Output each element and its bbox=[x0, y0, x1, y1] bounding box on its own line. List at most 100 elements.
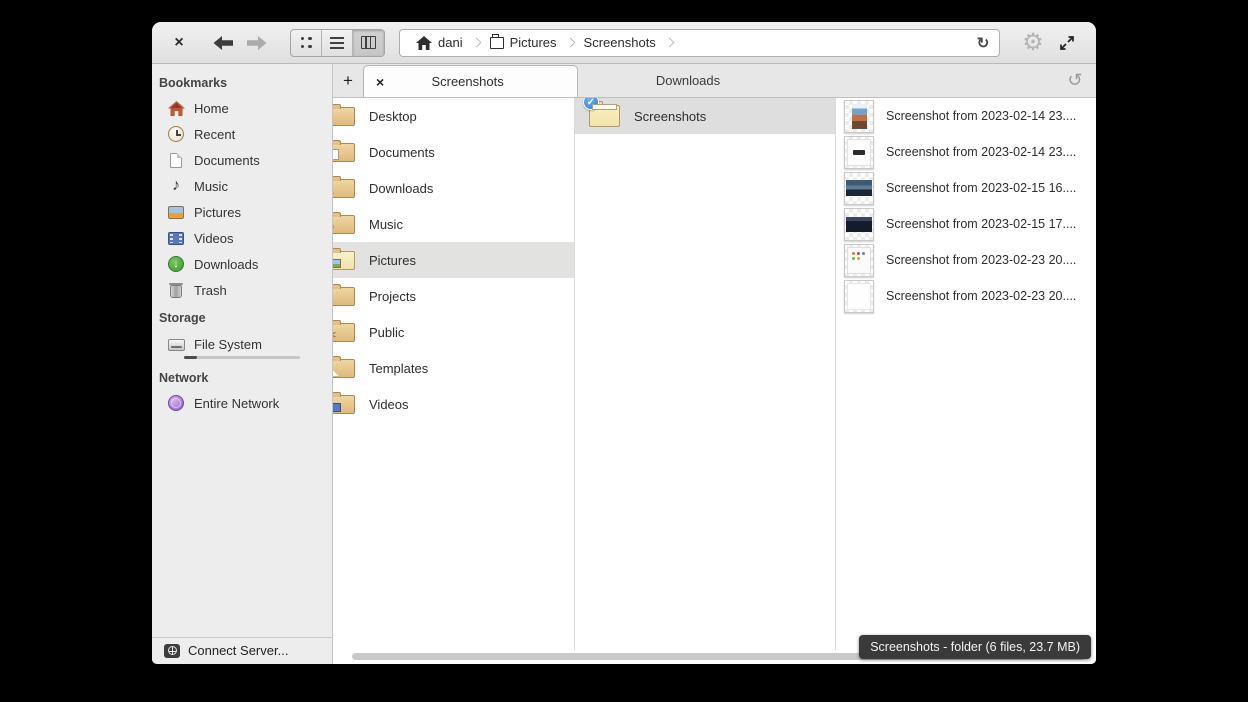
folder-icon: < bbox=[333, 323, 355, 342]
tab-close-icon[interactable]: × bbox=[376, 74, 384, 90]
sidebar-item-trash[interactable]: Trash bbox=[152, 277, 332, 303]
disk-usage-bar bbox=[184, 356, 300, 359]
list-view-button[interactable] bbox=[322, 30, 353, 56]
folder-row-screenshots-selected[interactable]: ✓ Screenshots bbox=[575, 98, 835, 134]
sidebar-item-label: Recent bbox=[194, 127, 235, 142]
icon-view-button[interactable] bbox=[291, 30, 322, 56]
folder-label: Downloads bbox=[369, 181, 433, 196]
folder-row-music[interactable]: ♪ Music bbox=[333, 206, 574, 242]
folder-icon bbox=[333, 287, 355, 306]
selection-checkmark-icon: ✓ bbox=[583, 98, 599, 110]
sidebar-item-documents[interactable]: Documents bbox=[152, 147, 332, 173]
breadcrumb-screenshots-segment[interactable]: Screenshots bbox=[578, 35, 662, 50]
connect-server-button[interactable]: Connect Server... bbox=[152, 637, 332, 664]
column-home-folders: Desktop Documents ↓ Downloads ♪ Music bbox=[333, 98, 575, 650]
sidebar-item-pictures[interactable]: Pictures bbox=[152, 199, 332, 225]
sidebar-item-videos[interactable]: Videos bbox=[152, 225, 332, 251]
folder-row-documents[interactable]: Documents bbox=[333, 134, 574, 170]
refresh-button[interactable]: ↻ bbox=[967, 30, 999, 56]
miller-columns: Desktop Documents ↓ Downloads ♪ Music bbox=[333, 98, 1096, 650]
history-button[interactable]: ↺ bbox=[1054, 64, 1096, 97]
file-row[interactable]: Screenshot from 2023-02-14 23.... bbox=[836, 98, 1096, 134]
breadcrumb-home-segment[interactable]: dani bbox=[410, 35, 469, 50]
sidebar-item-recent[interactable]: Recent bbox=[152, 121, 332, 147]
toolbar: × d bbox=[152, 22, 1096, 64]
folder-row-pictures-selected[interactable]: Pictures bbox=[333, 242, 574, 278]
forward-button[interactable] bbox=[240, 30, 274, 56]
tab-screenshots[interactable]: × Screenshots bbox=[363, 65, 578, 97]
file-thumbnail-icon bbox=[844, 136, 874, 169]
music-note-icon: ♪ bbox=[167, 177, 185, 195]
file-label: Screenshot from 2023-02-23 20.... bbox=[886, 289, 1076, 303]
sidebar-item-music[interactable]: ♪ Music bbox=[152, 173, 332, 199]
picture-frame-icon bbox=[490, 37, 504, 49]
connect-server-label: Connect Server... bbox=[188, 643, 288, 658]
home-icon bbox=[167, 99, 185, 117]
file-thumbnail-icon bbox=[844, 208, 874, 241]
settings-menu-button[interactable]: ⚙ bbox=[1016, 28, 1050, 58]
breadcrumb-pictures-segment[interactable]: Pictures bbox=[484, 35, 563, 50]
file-row[interactable]: Screenshot from 2023-02-15 16.... bbox=[836, 170, 1096, 206]
folder-icon: ↓ bbox=[333, 179, 355, 198]
file-thumbnail-icon bbox=[844, 100, 874, 133]
folder-row-projects[interactable]: Projects bbox=[333, 278, 574, 314]
home-icon bbox=[416, 36, 432, 50]
folder-icon bbox=[333, 395, 355, 414]
folder-icon: ♪ bbox=[333, 215, 355, 234]
folder-row-templates[interactable]: Templates bbox=[333, 350, 574, 386]
file-thumbnail-icon bbox=[844, 244, 874, 277]
sidebar-item-label: Music bbox=[194, 179, 228, 194]
back-button[interactable] bbox=[206, 30, 240, 56]
breadcrumb-chevron-icon bbox=[471, 38, 481, 48]
folder-label: Pictures bbox=[369, 253, 416, 268]
file-label: Screenshot from 2023-02-23 20.... bbox=[886, 253, 1076, 267]
tab-downloads[interactable]: Downloads bbox=[578, 64, 798, 97]
sidebar-item-entire-network[interactable]: Entire Network bbox=[152, 390, 332, 416]
folder-label: Music bbox=[369, 217, 403, 232]
sidebar-item-label: Documents bbox=[194, 153, 260, 168]
file-row[interactable]: Screenshot from 2023-02-15 17.... bbox=[836, 206, 1096, 242]
folder-label: Screenshots bbox=[634, 109, 706, 124]
file-row[interactable]: Screenshot from 2023-02-23 20.... bbox=[836, 242, 1096, 278]
folder-row-downloads[interactable]: ↓ Downloads bbox=[333, 170, 574, 206]
file-row[interactable]: Screenshot from 2023-02-14 23.... bbox=[836, 134, 1096, 170]
folder-icon bbox=[333, 359, 355, 378]
file-thumbnail-icon bbox=[844, 280, 874, 313]
sidebar-item-home[interactable]: Home bbox=[152, 95, 332, 121]
sidebar-item-label: Entire Network bbox=[194, 396, 279, 411]
file-thumbnail-icon bbox=[844, 172, 874, 205]
column-view-button[interactable] bbox=[353, 30, 384, 56]
hard-drive-icon bbox=[167, 336, 185, 354]
folder-label: Templates bbox=[369, 361, 428, 376]
column-pictures-contents: ✓ Screenshots bbox=[575, 98, 836, 650]
sidebar-item-label: Downloads bbox=[194, 257, 258, 272]
tab-label: Downloads bbox=[656, 73, 720, 88]
folder-row-public[interactable]: < Public bbox=[333, 314, 574, 350]
download-circle-icon: ↓ bbox=[167, 255, 185, 273]
view-mode-toggle-group bbox=[290, 29, 385, 57]
sidebar-item-file-system[interactable]: File System bbox=[152, 330, 332, 356]
photo-icon bbox=[167, 203, 185, 221]
breadcrumb-label: Screenshots bbox=[584, 35, 656, 50]
window-close-button[interactable]: × bbox=[168, 32, 190, 54]
folder-label: Desktop bbox=[369, 109, 417, 124]
breadcrumb-label: dani bbox=[438, 35, 463, 50]
trash-icon bbox=[167, 281, 185, 299]
sidebar-section-storage: Storage bbox=[152, 303, 332, 330]
sidebar-item-label: Home bbox=[194, 101, 229, 116]
file-row[interactable]: Screenshot from 2023-02-23 20.... bbox=[836, 278, 1096, 314]
folder-label: Public bbox=[369, 325, 404, 340]
tab-label: Screenshots bbox=[384, 74, 551, 89]
sidebar: Bookmarks Home Recent Documents ♪ Music bbox=[152, 64, 333, 664]
fullscreen-button[interactable] bbox=[1050, 28, 1084, 58]
folder-label: Documents bbox=[369, 145, 435, 160]
folder-row-desktop[interactable]: Desktop bbox=[333, 98, 574, 134]
server-globe-icon bbox=[164, 644, 180, 658]
folder-row-videos[interactable]: Videos bbox=[333, 386, 574, 422]
sidebar-item-label: Videos bbox=[194, 231, 234, 246]
column-screenshots-files: Screenshot from 2023-02-14 23.... Screen… bbox=[836, 98, 1096, 650]
sidebar-item-downloads[interactable]: ↓ Downloads bbox=[152, 251, 332, 277]
file-label: Screenshot from 2023-02-14 23.... bbox=[886, 109, 1076, 123]
new-tab-button[interactable]: + bbox=[333, 64, 363, 97]
back-arrow-icon bbox=[212, 35, 234, 51]
